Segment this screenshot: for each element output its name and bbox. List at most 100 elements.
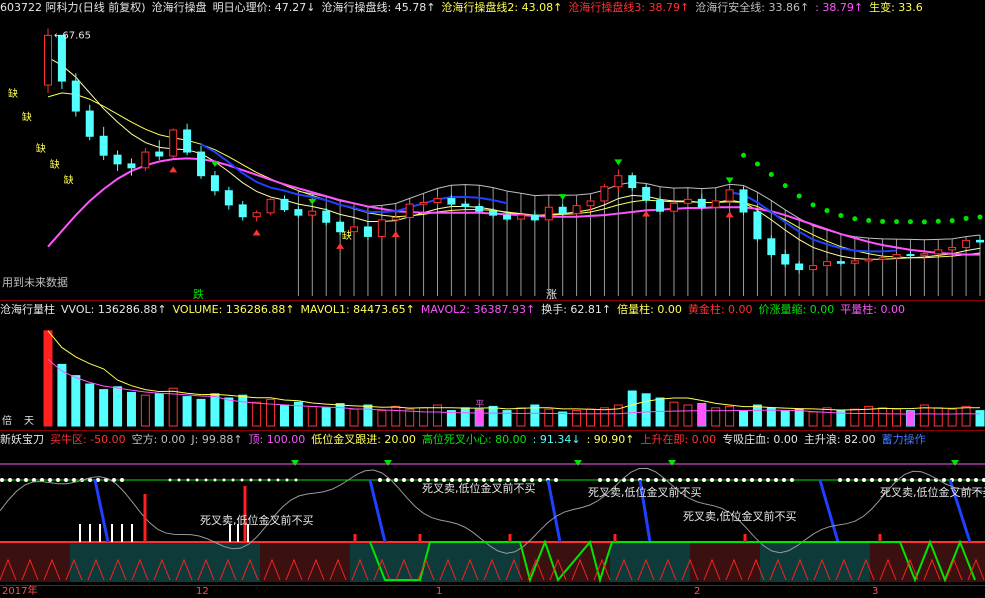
zone-band-0 xyxy=(0,542,70,582)
flat-volume-bar xyxy=(475,409,484,426)
overbought-dot xyxy=(726,478,730,482)
support-dot xyxy=(824,208,830,214)
overbought-dot xyxy=(0,478,4,482)
overbought-dot xyxy=(958,478,962,482)
candle-body xyxy=(127,163,136,169)
candle-body xyxy=(447,198,456,205)
volume-bar xyxy=(961,405,971,427)
support-dot xyxy=(963,215,969,221)
gap-tag-4: 缺 xyxy=(64,174,74,187)
candle-body xyxy=(614,175,623,188)
overbought-dot xyxy=(538,478,542,482)
volume-header-item-0: 沧海行量柱 xyxy=(0,303,55,316)
overbought-dot xyxy=(402,478,406,482)
volume-bar xyxy=(252,401,262,427)
overbought-dot xyxy=(394,478,398,482)
time-axis-line xyxy=(0,585,985,586)
volume-bar xyxy=(780,410,790,427)
oscillator-header-item-9: 上升在即: 0.00 xyxy=(640,433,717,446)
zone-band-4 xyxy=(350,542,430,582)
candle-body xyxy=(934,249,943,255)
candle-body xyxy=(781,254,790,265)
overbought-dot xyxy=(694,478,698,482)
candle-body xyxy=(210,175,219,192)
up-arrow-signal xyxy=(391,231,400,238)
volume-bar xyxy=(683,404,693,427)
overbought-dot xyxy=(846,478,850,482)
support-dot xyxy=(796,193,802,199)
overbought-dot xyxy=(168,478,172,482)
cross-drop-line-0 xyxy=(93,479,110,543)
candle-body xyxy=(141,151,150,169)
overbought-dot xyxy=(686,478,690,482)
volume-bar xyxy=(57,363,67,427)
overbought-dot xyxy=(8,478,12,482)
volume-bar xyxy=(516,407,526,427)
candle-body xyxy=(377,219,386,237)
candle-body xyxy=(433,198,442,204)
up-arrow-signal xyxy=(169,166,178,173)
price-header-item-7: : 38.79↑ xyxy=(815,1,864,14)
overbought-dot xyxy=(630,478,634,482)
support-dot xyxy=(838,212,844,218)
candle-body xyxy=(280,198,289,211)
time-axis-label-2: 1 xyxy=(436,586,443,597)
overbought-dot xyxy=(910,478,914,482)
candle-body xyxy=(809,265,818,271)
volume-bar xyxy=(419,407,429,427)
overbought-dot xyxy=(48,478,52,482)
overbought-dot xyxy=(878,478,882,482)
top-sell-arrow xyxy=(668,460,676,466)
candle-body xyxy=(224,190,233,206)
candle-body xyxy=(725,189,734,202)
volume-bar xyxy=(725,405,735,427)
flat-volume-bar xyxy=(906,410,915,426)
candle-body xyxy=(322,210,331,223)
volume-bar xyxy=(586,408,596,427)
top-sell-arrow xyxy=(951,460,959,466)
candle-body xyxy=(461,203,470,207)
zone-band-6 xyxy=(520,542,610,582)
overbought-dot xyxy=(862,478,866,482)
volume-bar xyxy=(238,394,248,427)
sell-annotation-1: 死叉卖,低位金叉前不买 xyxy=(200,514,314,527)
overbought-dot xyxy=(766,478,770,482)
volume-bar xyxy=(126,391,136,427)
oscillator-header-item-6: 高位死叉小心: 80.00 xyxy=(421,433,527,446)
volume-chart[interactable]: 平倍 天 xyxy=(0,318,985,428)
candle-body xyxy=(252,212,261,218)
volume-bar xyxy=(878,407,888,427)
gap-tag-3: 缺 xyxy=(50,158,60,171)
overbought-dot xyxy=(974,478,978,482)
stock-chart-window[interactable]: 603722 阿科力(日线 前复权) 沧海行操盘 明日心理价: 47.27↓ 沧海行操… xyxy=(0,0,985,598)
overbought-dot xyxy=(742,478,746,482)
oscillator-header-item-7: : 91.34↓ xyxy=(532,433,581,446)
volume-header-item-3: MAVOL1: 84473.65↑ xyxy=(300,303,415,316)
price-chart[interactable]: ←67.65缺缺缺缺缺缺跌涨 xyxy=(0,14,985,302)
overbought-dot xyxy=(750,478,754,482)
candle-body xyxy=(822,261,831,267)
candle-body xyxy=(155,151,164,157)
overbought-dot xyxy=(902,478,906,482)
candle-body xyxy=(864,258,873,262)
support-dot xyxy=(921,219,927,225)
volume-bar xyxy=(43,330,53,427)
oscillator-indicator-header: 新妖宝刀 买牛区: -50.00 空方: 0.00 J: 99.88↑ 顶: 100.0… xyxy=(0,432,985,448)
support-dot xyxy=(741,152,747,158)
up-arrow-signal xyxy=(725,211,734,218)
sell-annotation-2: 死叉卖,低位金叉前不买 xyxy=(422,482,536,495)
candle-body xyxy=(44,34,52,86)
top-sell-arrow xyxy=(291,460,299,466)
volume-bar xyxy=(822,407,832,427)
candle-body xyxy=(197,151,206,177)
candle-body xyxy=(391,217,400,221)
candle-body xyxy=(530,214,539,221)
oscillator-chart[interactable] xyxy=(0,448,985,584)
candle-body xyxy=(363,226,372,237)
overbought-dot xyxy=(120,478,124,482)
overbought-dot xyxy=(598,478,602,482)
overbought-dot xyxy=(678,478,682,482)
overbought-dot xyxy=(186,478,190,482)
volume-bar xyxy=(99,389,109,427)
candle-body xyxy=(238,204,247,218)
